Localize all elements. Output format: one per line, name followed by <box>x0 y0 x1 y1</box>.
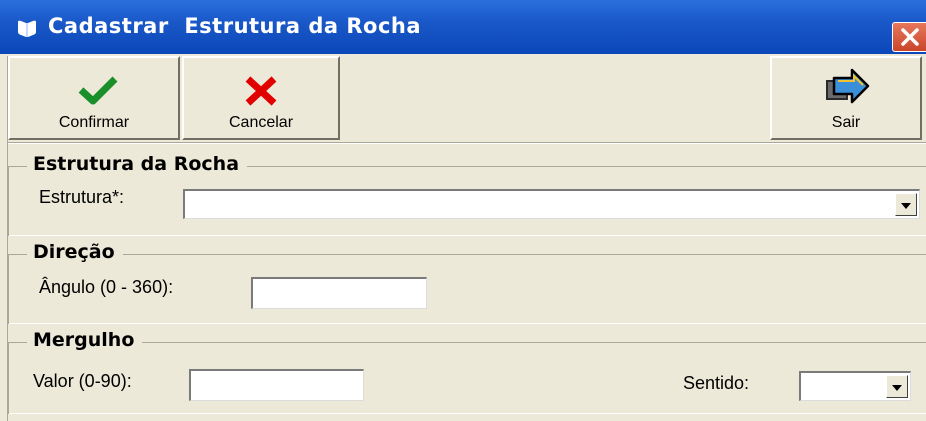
cancelar-label: Cancelar <box>228 114 294 131</box>
sentido-combobox[interactable] <box>799 371 911 401</box>
x-icon <box>245 76 277 106</box>
app-icon <box>18 20 36 37</box>
group-mergulho-title: Mergulho <box>27 329 143 351</box>
close-button[interactable] <box>892 22 926 52</box>
confirmar-label: Confirmar <box>58 114 130 131</box>
angulo-label: Ângulo (0 - 360): <box>39 277 174 297</box>
dialog-window: Cadastrar Estrutura da Rocha Confirmar C… <box>0 0 926 421</box>
cancelar-button[interactable]: Cancelar <box>182 56 340 140</box>
check-icon <box>78 76 118 105</box>
angulo-input[interactable] <box>251 277 427 309</box>
group-direcao-title: Direção <box>27 241 123 263</box>
title-bar[interactable]: Cadastrar Estrutura da Rocha <box>0 0 926 54</box>
close-icon <box>901 28 919 46</box>
group-mergulho: Mergulho Valor (0-90): Sentido: <box>8 329 926 414</box>
confirmar-button[interactable]: Confirmar <box>8 56 180 140</box>
estrutura-label: Estrutura*: <box>39 187 125 207</box>
sair-label: Sair <box>831 114 861 131</box>
valor-input[interactable] <box>189 369 364 401</box>
group-estrutura: Estrutura da Rocha Estrutura*: <box>8 153 926 236</box>
estrutura-dropdown-arrow[interactable] <box>895 193 917 216</box>
group-direcao: Direção Ângulo (0 - 360): <box>8 241 926 324</box>
left-edge <box>0 56 8 421</box>
sentido-label: Sentido: <box>683 373 750 393</box>
sair-button[interactable]: Sair <box>770 56 922 140</box>
estrutura-combobox[interactable] <box>183 189 920 219</box>
valor-label: Valor (0-90): <box>33 371 132 391</box>
window-title: Cadastrar Estrutura da Rocha <box>48 14 422 38</box>
toolbar-divider <box>0 142 926 144</box>
sentido-dropdown-arrow[interactable] <box>886 375 908 398</box>
group-estrutura-title: Estrutura da Rocha <box>27 153 248 175</box>
exit-arrow-icon <box>826 68 870 104</box>
